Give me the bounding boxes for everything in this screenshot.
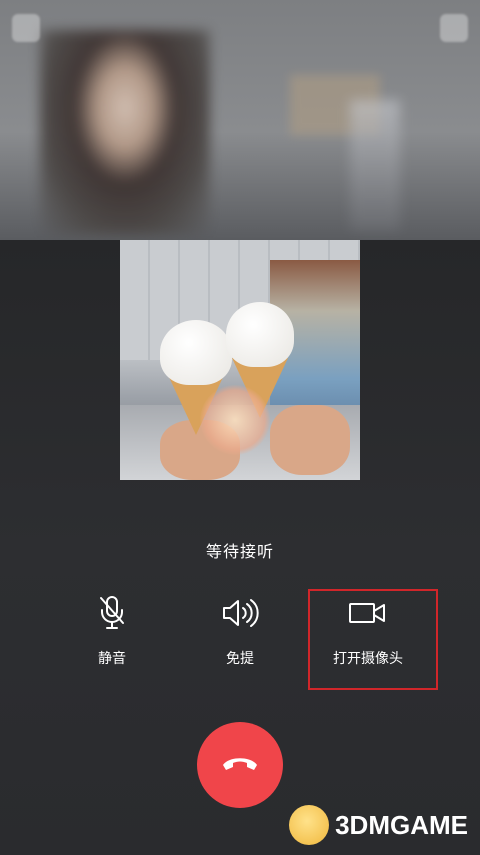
hangup-button[interactable]: [197, 722, 283, 808]
ice-cream-swirl: [226, 302, 294, 367]
watermark-text: 3DMGAME: [335, 809, 468, 840]
speaker-icon: [175, 590, 305, 636]
switch-button[interactable]: [440, 14, 468, 42]
mute-label: 静音: [98, 651, 126, 667]
highlight-box: [308, 589, 438, 690]
mute-button[interactable]: 静音: [47, 590, 177, 668]
contact-avatar: [120, 240, 360, 480]
blurred-figure: [350, 100, 400, 230]
speaker-button[interactable]: 免提: [175, 590, 305, 668]
ice-cream-swirl: [160, 320, 232, 385]
blurred-background: [0, 0, 480, 240]
microphone-muted-icon: [47, 590, 177, 636]
speaker-label: 免提: [226, 651, 254, 667]
blurred-person-image: [40, 30, 210, 235]
watermark: 3DMGAME: [289, 805, 468, 845]
mascot-logo-icon: [289, 805, 330, 845]
phone-hangup-icon: [221, 754, 259, 776]
avatar-sticker: [200, 385, 270, 455]
minimize-button[interactable]: [12, 14, 40, 42]
call-status: 等待接听: [205, 542, 274, 561]
